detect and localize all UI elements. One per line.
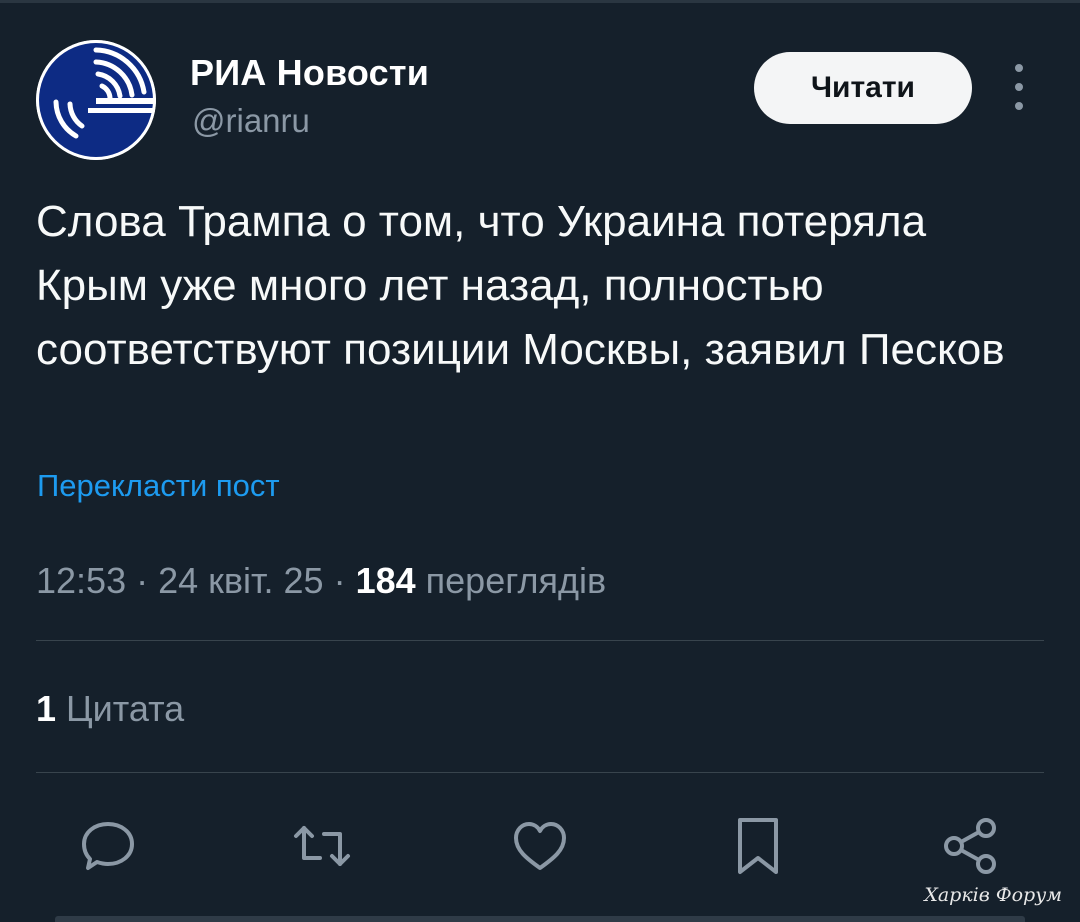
top-divider xyxy=(0,0,1080,3)
watermark: Харків Форум xyxy=(924,884,1062,906)
tweet-time[interactable]: 12:53 xyxy=(36,560,126,601)
tweet-date[interactable]: 24 квіт. 25 xyxy=(158,560,323,601)
retweet-button[interactable] xyxy=(290,814,354,878)
more-dot xyxy=(1015,102,1023,110)
bookmark-icon xyxy=(738,818,778,874)
follow-button[interactable]: Читати xyxy=(754,52,972,124)
meta-separator: · xyxy=(126,560,159,601)
heart-icon xyxy=(514,822,566,870)
meta-separator: · xyxy=(323,560,356,601)
reply-icon xyxy=(82,822,134,870)
quote-label: Цитата xyxy=(66,688,185,729)
views-count: 184 xyxy=(355,560,416,601)
ria-logo-icon xyxy=(36,40,156,160)
share-button[interactable] xyxy=(940,814,1004,878)
bottom-bar xyxy=(55,916,1025,922)
tweet-detail: РИА Новости @rianru Читати Слова Трампа … xyxy=(0,0,1080,922)
reply-button[interactable] xyxy=(76,814,140,878)
share-icon xyxy=(944,818,996,874)
translate-post-link[interactable]: Перекласти пост xyxy=(37,468,280,504)
more-dot xyxy=(1015,83,1023,91)
tweet-meta: 12:53 · 24 квіт. 25 · 184 переглядів xyxy=(36,560,606,602)
divider xyxy=(36,772,1044,773)
more-options-icon[interactable] xyxy=(1004,64,1034,110)
retweet-icon xyxy=(294,826,350,866)
quote-stats[interactable]: 1 Цитата xyxy=(36,688,184,730)
divider xyxy=(36,640,1044,641)
views-label: переглядів xyxy=(425,560,607,601)
bookmark-button[interactable] xyxy=(726,814,790,878)
more-dot xyxy=(1015,64,1023,72)
display-name[interactable]: РИА Новости xyxy=(190,52,429,94)
avatar[interactable] xyxy=(36,40,156,160)
quote-count: 1 xyxy=(36,688,57,729)
like-button[interactable] xyxy=(508,814,572,878)
tweet-text: Слова Трампа о том, что Украина потеряла… xyxy=(36,197,1005,374)
user-handle[interactable]: @rianru xyxy=(192,102,310,140)
